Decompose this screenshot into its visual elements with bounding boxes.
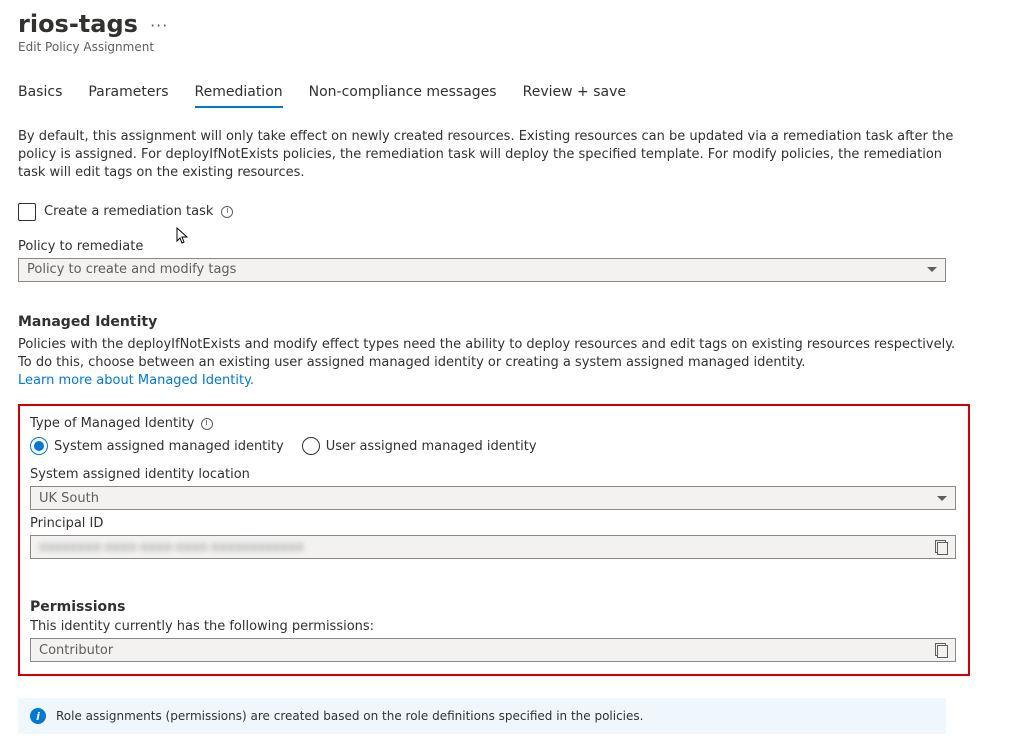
managed-identity-description: Policies with the deployIfNotExists and … bbox=[18, 336, 958, 391]
page-header: rios-tags ··· Edit Policy Assignment bbox=[18, 10, 1013, 54]
principal-id-value: xxxxxxxx-xxxx-xxxx-xxxx-xxxxxxxxxxxx bbox=[39, 540, 304, 555]
info-banner-text: Role assignments (permissions) are creat… bbox=[56, 709, 643, 723]
radio-system-assigned[interactable]: System assigned managed identity bbox=[30, 437, 284, 455]
type-of-identity-label: Type of Managed Identity bbox=[30, 416, 195, 431]
location-value: UK South bbox=[39, 491, 99, 506]
page-subtitle: Edit Policy Assignment bbox=[18, 40, 1013, 54]
policy-to-remediate-dropdown[interactable]: Policy to create and modify tags bbox=[18, 258, 946, 282]
managed-identity-heading: Managed Identity bbox=[18, 314, 1013, 330]
permissions-value: Contributor bbox=[39, 643, 113, 658]
chevron-down-icon bbox=[937, 496, 947, 501]
permissions-heading: Permissions bbox=[30, 599, 958, 615]
more-actions-button[interactable]: ··· bbox=[150, 16, 168, 35]
info-banner: i Role assignments (permissions) are cre… bbox=[18, 698, 946, 734]
tab-parameters[interactable]: Parameters bbox=[88, 84, 168, 108]
type-of-identity-row: Type of Managed Identity i bbox=[30, 416, 958, 431]
location-dropdown[interactable]: UK South bbox=[30, 486, 956, 510]
radio-user-assigned[interactable]: User assigned managed identity bbox=[302, 437, 537, 455]
radio-user-label: User assigned managed identity bbox=[326, 439, 537, 454]
info-icon[interactable]: i bbox=[221, 206, 233, 218]
policy-to-remediate-label: Policy to remediate bbox=[18, 239, 1013, 254]
tab-basics[interactable]: Basics bbox=[18, 84, 62, 108]
permissions-description: This identity currently has the followin… bbox=[30, 619, 958, 634]
create-remediation-checkbox[interactable] bbox=[18, 203, 36, 221]
copy-icon[interactable] bbox=[935, 643, 947, 657]
policy-to-remediate-value: Policy to create and modify tags bbox=[27, 262, 236, 277]
principal-id-field: xxxxxxxx-xxxx-xxxx-xxxx-xxxxxxxxxxxx bbox=[30, 535, 956, 559]
tab-review[interactable]: Review + save bbox=[523, 84, 626, 108]
principal-id-label: Principal ID bbox=[30, 516, 958, 531]
highlight-box: Type of Managed Identity i System assign… bbox=[18, 404, 970, 676]
create-remediation-label: Create a remediation task bbox=[44, 204, 213, 219]
location-label: System assigned identity location bbox=[30, 467, 958, 482]
tab-remediation[interactable]: Remediation bbox=[195, 84, 283, 108]
info-icon[interactable]: i bbox=[201, 418, 213, 430]
identity-radio-group: System assigned managed identity User as… bbox=[30, 437, 958, 455]
permissions-field: Contributor bbox=[30, 638, 956, 662]
managed-identity-desc-text: Policies with the deployIfNotExists and … bbox=[18, 337, 955, 370]
radio-button-selected bbox=[30, 437, 48, 455]
tabs: Basics Parameters Remediation Non-compli… bbox=[18, 84, 1013, 108]
copy-icon[interactable] bbox=[935, 540, 947, 554]
create-remediation-row: Create a remediation task i bbox=[18, 203, 1013, 221]
chevron-down-icon bbox=[927, 267, 937, 272]
tab-noncompliance[interactable]: Non-compliance messages bbox=[309, 84, 497, 108]
remediation-description: By default, this assignment will only ta… bbox=[18, 128, 958, 183]
radio-system-label: System assigned managed identity bbox=[54, 439, 284, 454]
page-title: rios-tags bbox=[18, 10, 138, 38]
learn-more-link[interactable]: Learn more about Managed Identity. bbox=[18, 373, 254, 388]
radio-button bbox=[302, 437, 320, 455]
